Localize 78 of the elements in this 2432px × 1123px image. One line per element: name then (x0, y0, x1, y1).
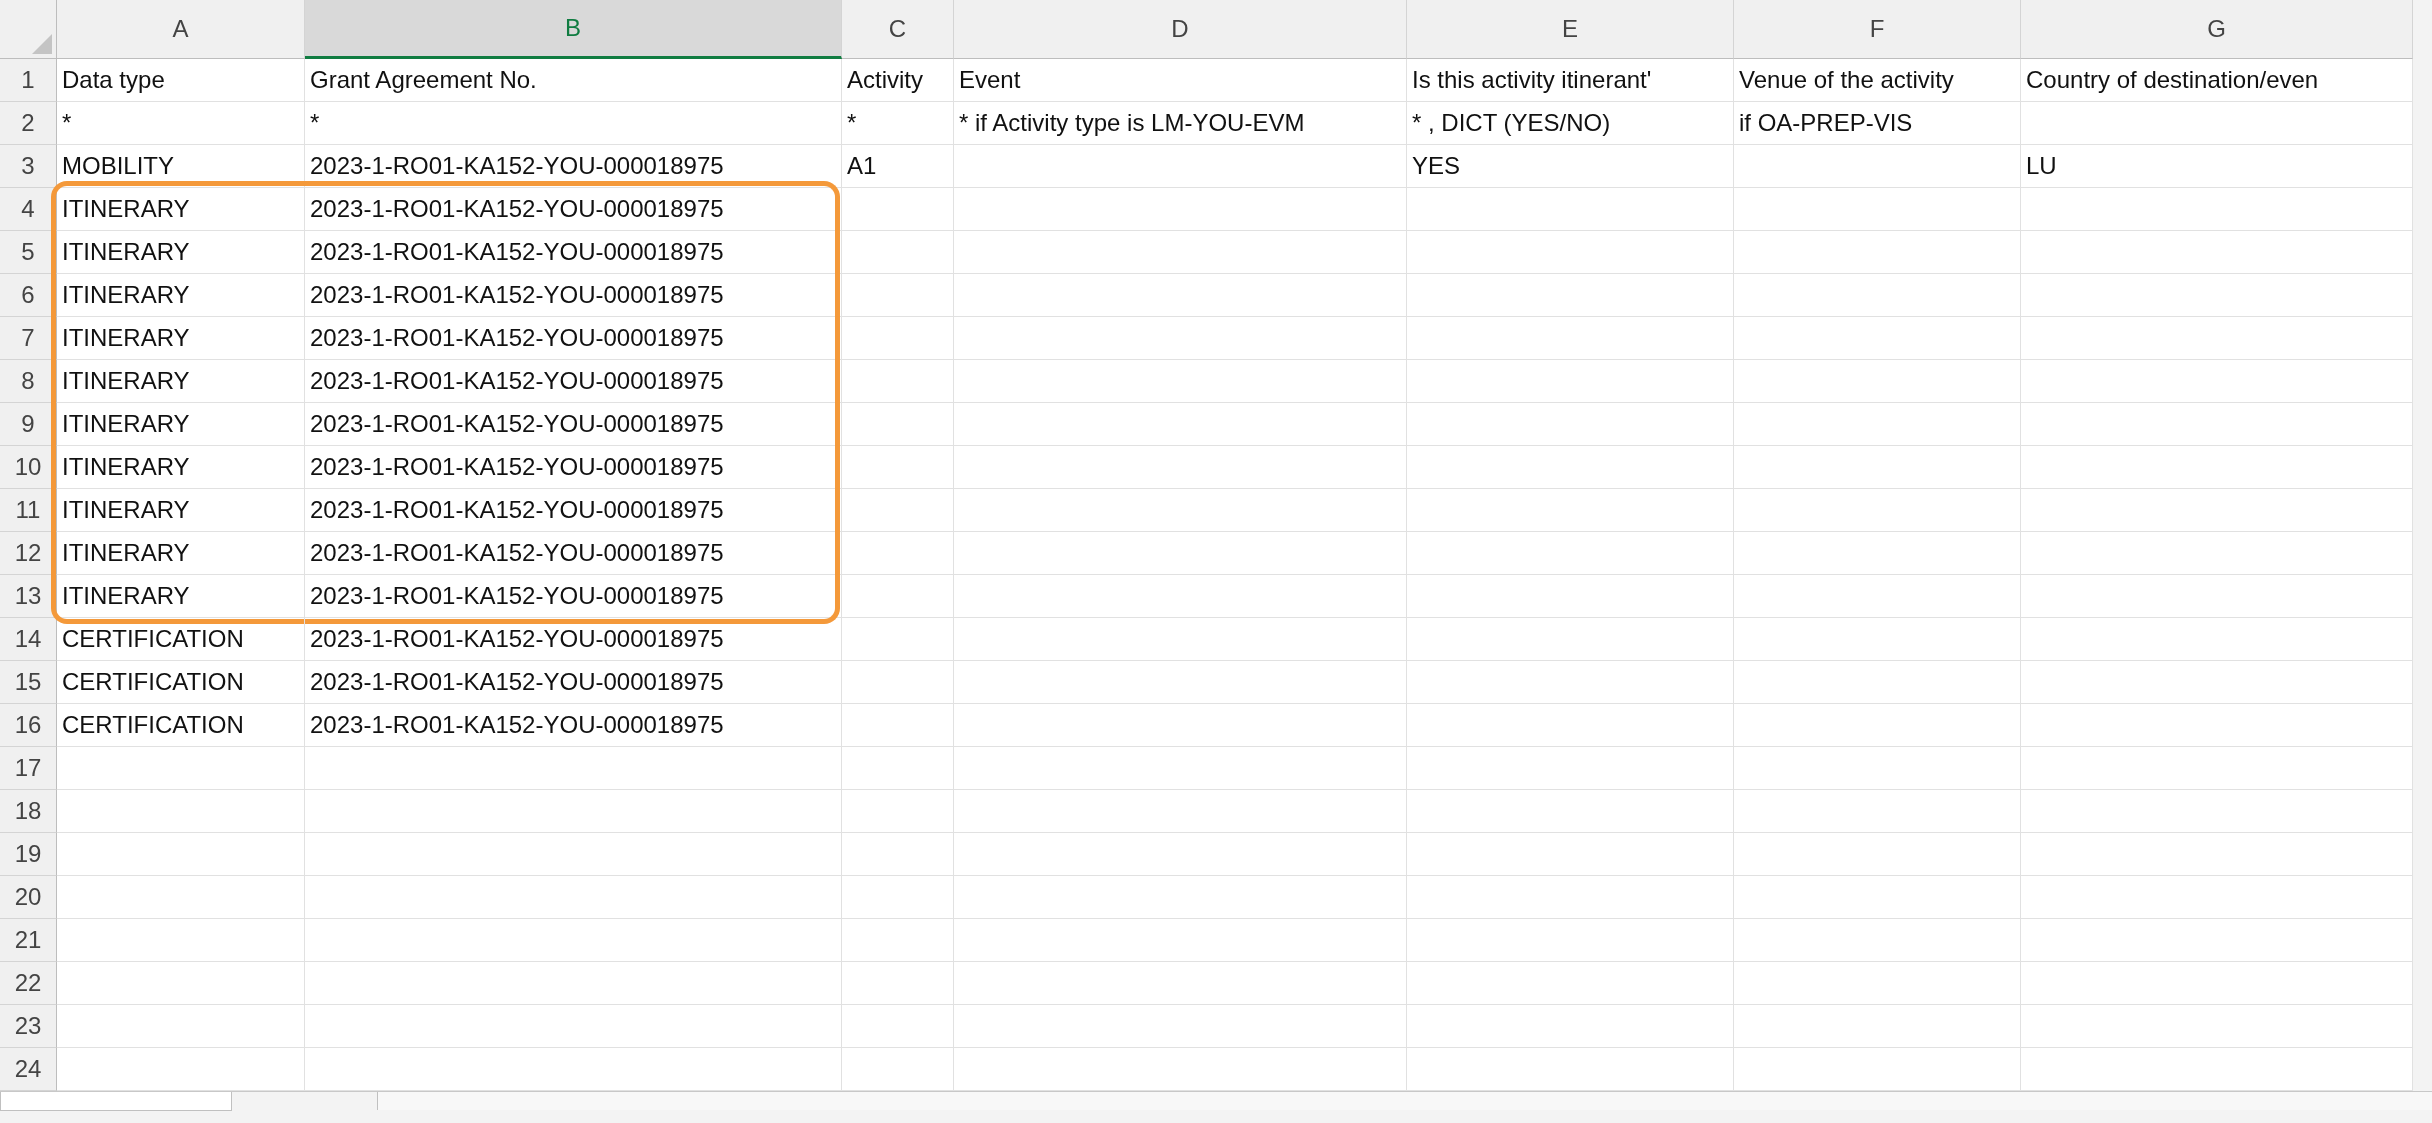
table-cell: 2023-1-RO01-KA152-YOU-000018975 (310, 195, 724, 223)
table-cell: MOBILITY (62, 152, 175, 180)
table-cell: 2023-1-RO01-KA152-YOU-000018975 (310, 496, 724, 524)
column-header[interactable]: G (2021, 0, 2413, 59)
column-header[interactable]: F (1734, 0, 2021, 59)
table-cell: 2023-1-RO01-KA152-YOU-000018975 (310, 539, 724, 567)
table-cell: 2023-1-RO01-KA152-YOU-000018975 (310, 152, 724, 180)
table-cell: CERTIFICATION (62, 711, 244, 739)
table-cell: ITINERARY (62, 281, 190, 309)
row-header[interactable]: 11 (0, 489, 57, 532)
row-header[interactable]: 9 (0, 403, 57, 446)
table-cell: * (62, 109, 72, 137)
table-cell: 2023-1-RO01-KA152-YOU-000018975 (310, 582, 724, 610)
column-header[interactable]: D (954, 0, 1407, 59)
table-cell: YES (1412, 152, 1461, 180)
table-cell: 2023-1-RO01-KA152-YOU-000018975 (310, 410, 724, 438)
table-cell: 2023-1-RO01-KA152-YOU-000018975 (310, 324, 724, 352)
table-cell: ITINERARY (62, 195, 190, 223)
row-header[interactable]: 22 (0, 962, 57, 1005)
table-cell: Event (959, 66, 1021, 94)
row-header[interactable]: 2 (0, 102, 57, 145)
row-header[interactable]: 16 (0, 704, 57, 747)
table-cell: ITINERARY (62, 539, 190, 567)
column-header[interactable]: B (305, 0, 842, 59)
table-cell: Activity (847, 66, 923, 94)
table-cell: Country of destination/even (2026, 66, 2319, 94)
table-cell: Data type (62, 66, 165, 94)
row-header[interactable]: 4 (0, 188, 57, 231)
row-header[interactable]: 1 (0, 59, 57, 102)
table-cell: * (847, 109, 857, 137)
column-header[interactable]: C (842, 0, 954, 59)
row-header[interactable]: 13 (0, 575, 57, 618)
table-cell: Is this activity itinerant' (1412, 66, 1652, 94)
row-header[interactable]: 18 (0, 790, 57, 833)
table-cell: * , DICT (YES/NO) (1412, 109, 1611, 137)
table-cell: CERTIFICATION (62, 668, 244, 696)
row-header[interactable]: 15 (0, 661, 57, 704)
row-header[interactable]: 17 (0, 747, 57, 790)
table-cell: ITINERARY (62, 367, 190, 395)
row-header[interactable]: 20 (0, 876, 57, 919)
table-cell: LU (2026, 152, 2057, 180)
table-cell: 2023-1-RO01-KA152-YOU-000018975 (310, 711, 724, 739)
table-cell: ITINERARY (62, 324, 190, 352)
row-header[interactable]: 5 (0, 231, 57, 274)
table-cell: * if Activity type is LM-YOU-EVM (959, 109, 1305, 137)
table-cell: CERTIFICATION (62, 625, 244, 653)
row-header[interactable]: 12 (0, 532, 57, 575)
column-header[interactable]: A (57, 0, 305, 59)
row-header[interactable]: 3 (0, 145, 57, 188)
row-header[interactable]: 6 (0, 274, 57, 317)
table-cell: Grant Agreement No. (310, 66, 537, 94)
row-header[interactable]: 14 (0, 618, 57, 661)
table-cell: ITINERARY (62, 238, 190, 266)
select-all-icon[interactable] (32, 34, 52, 54)
row-header[interactable]: 19 (0, 833, 57, 876)
table-cell: * (310, 109, 320, 137)
column-header[interactable]: E (1407, 0, 1734, 59)
row-header[interactable]: 8 (0, 360, 57, 403)
sheet-tab[interactable] (0, 1092, 232, 1111)
table-cell: A1 (847, 152, 877, 180)
table-cell: 2023-1-RO01-KA152-YOU-000018975 (310, 625, 724, 653)
table-cell: 2023-1-RO01-KA152-YOU-000018975 (310, 453, 724, 481)
table-cell: 2023-1-RO01-KA152-YOU-000018975 (310, 367, 724, 395)
table-cell: if OA-PREP-VIS (1739, 109, 1913, 137)
row-header[interactable]: 23 (0, 1005, 57, 1048)
table-cell: 2023-1-RO01-KA152-YOU-000018975 (310, 238, 724, 266)
table-cell: ITINERARY (62, 496, 190, 524)
table-cell: 2023-1-RO01-KA152-YOU-000018975 (310, 668, 724, 696)
table-cell: ITINERARY (62, 582, 190, 610)
row-header[interactable]: 24 (0, 1048, 57, 1091)
table-cell: ITINERARY (62, 453, 190, 481)
row-header[interactable]: 21 (0, 919, 57, 962)
table-cell: 2023-1-RO01-KA152-YOU-000018975 (310, 281, 724, 309)
row-header[interactable]: 7 (0, 317, 57, 360)
table-cell: ITINERARY (62, 410, 190, 438)
row-header[interactable]: 10 (0, 446, 57, 489)
table-cell: Venue of the activity (1739, 66, 1954, 94)
horizontal-scrollbar[interactable] (377, 1092, 2432, 1110)
